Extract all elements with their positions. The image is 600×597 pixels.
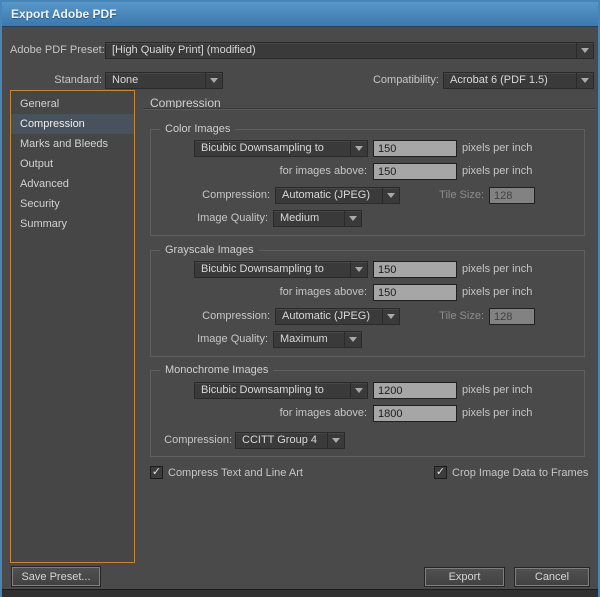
preset-value: [High Quality Print] (modified): [112, 44, 256, 56]
chevron-down-icon: [344, 332, 361, 347]
grayscale-resolution-unit: pixels per inch: [462, 261, 532, 278]
grayscale-compression-value: Automatic (JPEG): [282, 310, 370, 322]
grayscale-tile-size-label: Tile Size:: [404, 308, 484, 325]
chevron-down-icon: [327, 433, 344, 448]
settings-pane-list: General Compression Marks and Bleeds Out…: [10, 90, 135, 563]
preset-dropdown[interactable]: [High Quality Print] (modified): [105, 42, 594, 59]
color-images-group: Color Images Bicubic Downsampling to pix…: [150, 129, 585, 236]
monochrome-downsample-method-value: Bicubic Downsampling to: [201, 384, 324, 396]
sidebar-item-output[interactable]: Output: [11, 154, 134, 174]
dialog-titlebar[interactable]: Export Adobe PDF: [2, 2, 598, 27]
color-compression-value: Automatic (JPEG): [282, 189, 370, 201]
chevron-down-icon: [350, 383, 367, 398]
sidebar-item-advanced[interactable]: Advanced: [11, 174, 134, 194]
standard-value: None: [112, 74, 138, 86]
crop-image-data-checkbox[interactable]: [434, 466, 447, 479]
color-compression-dropdown[interactable]: Automatic (JPEG): [275, 187, 400, 204]
monochrome-images-group-title: Monochrome Images: [160, 364, 273, 377]
grayscale-tile-size-input: [489, 308, 535, 325]
monochrome-images-group: Monochrome Images Bicubic Downsampling t…: [150, 370, 585, 457]
grayscale-images-group: Grayscale Images Bicubic Downsampling to…: [150, 250, 585, 357]
grayscale-compression-label: Compression:: [170, 308, 270, 325]
color-quality-dropdown[interactable]: Medium: [273, 210, 362, 227]
compatibility-label: Compatibility:: [342, 72, 439, 89]
color-compression-label: Compression:: [170, 187, 270, 204]
grayscale-quality-value: Maximum: [280, 333, 328, 345]
grayscale-resolution-input[interactable]: [373, 261, 457, 278]
dialog-title: Export Adobe PDF: [11, 7, 117, 21]
grayscale-compression-dropdown[interactable]: Automatic (JPEG): [275, 308, 400, 325]
cancel-button[interactable]: Cancel: [515, 568, 589, 586]
chevron-down-icon: [350, 262, 367, 277]
compatibility-dropdown[interactable]: Acrobat 6 (PDF 1.5): [443, 72, 594, 89]
pane-title-divider: [143, 108, 597, 109]
color-tile-size-input: [489, 187, 535, 204]
monochrome-compression-label: Compression:: [152, 432, 232, 449]
grayscale-above-unit: pixels per inch: [462, 284, 532, 301]
chevron-down-icon: [205, 73, 222, 88]
monochrome-above-label: for images above:: [217, 405, 367, 422]
sidebar-item-compression[interactable]: Compression: [11, 114, 134, 134]
grayscale-downsample-method-value: Bicubic Downsampling to: [201, 263, 324, 275]
chevron-down-icon: [382, 188, 399, 203]
chevron-down-icon: [576, 73, 593, 88]
color-downsample-method-value: Bicubic Downsampling to: [201, 142, 324, 154]
color-resolution-input[interactable]: [373, 140, 457, 157]
sidebar-item-summary[interactable]: Summary: [11, 214, 134, 234]
monochrome-compression-value: CCITT Group 4: [242, 434, 317, 446]
chevron-down-icon: [344, 211, 361, 226]
preset-label: Adobe PDF Preset:: [10, 42, 102, 59]
monochrome-above-unit: pixels per inch: [462, 405, 532, 422]
sidebar-item-general[interactable]: General: [11, 94, 134, 114]
crop-image-data-label: Crop Image Data to Frames: [452, 467, 588, 479]
export-button[interactable]: Export: [425, 568, 504, 586]
monochrome-resolution-input[interactable]: [373, 382, 457, 399]
monochrome-compression-dropdown[interactable]: CCITT Group 4: [235, 432, 345, 449]
export-adobe-pdf-dialog: Export Adobe PDF Adobe PDF Preset: [High…: [0, 0, 600, 597]
standard-dropdown[interactable]: None: [105, 72, 223, 89]
color-above-input[interactable]: [373, 163, 457, 180]
chevron-down-icon: [576, 43, 593, 58]
compress-text-checkbox-row[interactable]: Compress Text and Line Art: [150, 466, 303, 479]
color-tile-size-label: Tile Size:: [404, 187, 484, 204]
monochrome-downsample-method-dropdown[interactable]: Bicubic Downsampling to: [194, 382, 368, 399]
color-above-unit: pixels per inch: [462, 163, 532, 180]
chevron-down-icon: [382, 309, 399, 324]
compatibility-value: Acrobat 6 (PDF 1.5): [450, 74, 548, 86]
compress-text-label: Compress Text and Line Art: [168, 467, 303, 479]
monochrome-resolution-unit: pixels per inch: [462, 382, 532, 399]
save-preset-button[interactable]: Save Preset...: [12, 567, 100, 586]
color-quality-label: Image Quality:: [168, 210, 268, 227]
sidebar-item-marks-and-bleeds[interactable]: Marks and Bleeds: [11, 134, 134, 154]
standard-label: Standard:: [10, 72, 102, 89]
color-resolution-unit: pixels per inch: [462, 140, 532, 157]
color-quality-value: Medium: [280, 212, 319, 224]
color-downsample-method-dropdown[interactable]: Bicubic Downsampling to: [194, 140, 368, 157]
grayscale-above-input[interactable]: [373, 284, 457, 301]
color-images-group-title: Color Images: [160, 123, 235, 136]
grayscale-downsample-method-dropdown[interactable]: Bicubic Downsampling to: [194, 261, 368, 278]
crop-image-data-checkbox-row[interactable]: Crop Image Data to Frames: [434, 466, 588, 479]
dialog-bottom-edge: [2, 589, 600, 597]
grayscale-quality-dropdown[interactable]: Maximum: [273, 331, 362, 348]
monochrome-above-input[interactable]: [373, 405, 457, 422]
grayscale-quality-label: Image Quality:: [168, 331, 268, 348]
grayscale-above-label: for images above:: [217, 284, 367, 301]
color-above-label: for images above:: [217, 163, 367, 180]
compress-text-checkbox[interactable]: [150, 466, 163, 479]
chevron-down-icon: [350, 141, 367, 156]
grayscale-images-group-title: Grayscale Images: [160, 244, 259, 257]
sidebar-item-security[interactable]: Security: [11, 194, 134, 214]
